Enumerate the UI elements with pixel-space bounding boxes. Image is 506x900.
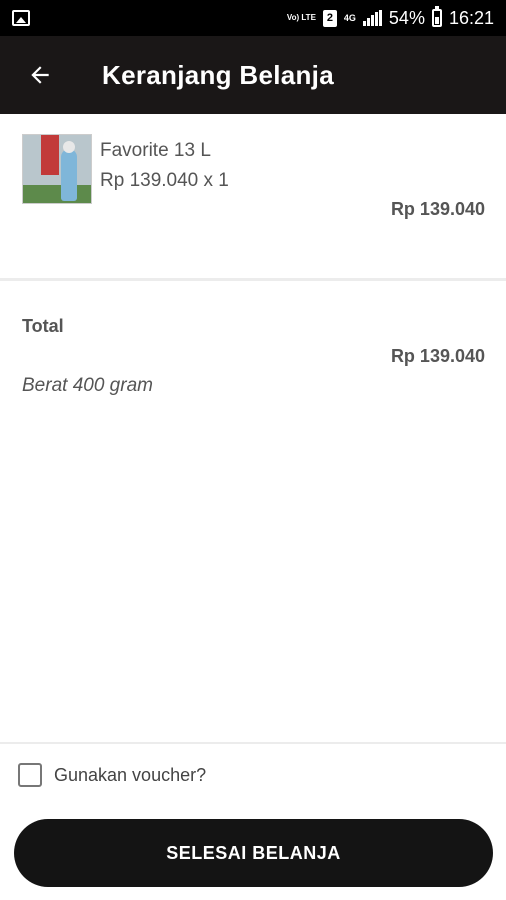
divider <box>0 742 506 744</box>
product-name: Favorite 13 L <box>100 140 211 161</box>
gallery-notification-icon <box>12 10 30 26</box>
voucher-checkbox-row[interactable]: Gunakan voucher? <box>18 763 206 787</box>
product-thumbnail[interactable] <box>22 134 92 204</box>
back-button[interactable] <box>0 36 80 114</box>
signal-icon <box>362 10 382 26</box>
divider <box>0 278 506 281</box>
network-type: 4G <box>343 12 356 23</box>
weight-info: Berat 400 gram <box>22 375 153 396</box>
status-bar: Vo) LTE 2 4G 54% 16:21 <box>0 0 506 36</box>
total-value: Rp 139.040 <box>390 346 485 366</box>
battery-percent: 54% <box>388 7 425 28</box>
page-title: Keranjang Belanja <box>102 59 334 90</box>
product-price-qty: Rp 139.040 x 1 <box>100 170 229 191</box>
total-label: Total <box>22 316 64 336</box>
sim-indicator: 2 <box>322 9 337 27</box>
voucher-label[interactable]: Gunakan voucher? <box>54 765 206 786</box>
app-bar: Keranjang Belanja <box>0 36 506 114</box>
battery-icon <box>431 6 442 27</box>
product-subtotal: Rp 139.040 <box>390 199 485 219</box>
voucher-checkbox[interactable] <box>18 763 42 787</box>
clock: 16:21 <box>448 7 494 28</box>
volte-icon: Vo) LTE <box>286 13 316 22</box>
arrow-left-icon <box>31 66 49 84</box>
checkout-button[interactable]: SELESAI BELANJA <box>14 819 493 887</box>
